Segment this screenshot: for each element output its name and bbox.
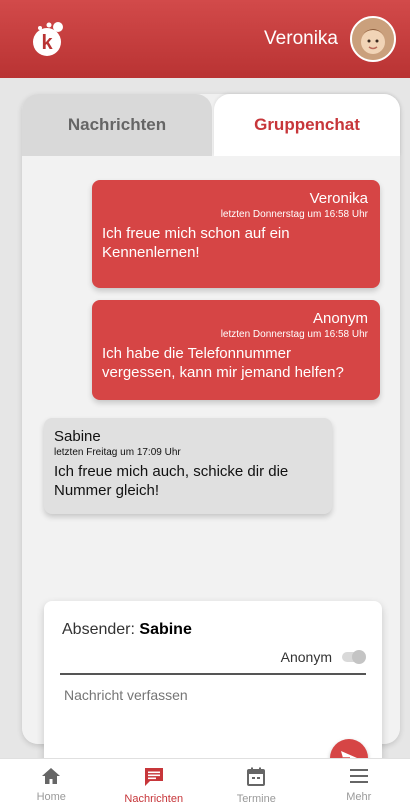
nav-item-nachrichten[interactable]: Nachrichten bbox=[103, 759, 206, 808]
message-text: Ich freue mich auch, schicke dir die Num… bbox=[54, 463, 289, 499]
anonymous-label: Anonym bbox=[280, 649, 332, 665]
sender-name: Sabine bbox=[139, 621, 192, 638]
nav-item-home[interactable]: Home bbox=[0, 759, 103, 808]
tab-bar: Nachrichten Gruppenchat bbox=[22, 94, 400, 156]
sender-line: Absender: Sabine bbox=[62, 621, 192, 639]
tab-nachrichten[interactable]: Nachrichten bbox=[22, 94, 212, 156]
message-bubble: Sabine letzten Freitag um 17:09 Uhr Ich … bbox=[44, 418, 332, 514]
message-text: Ich habe die Telefonnummer vergessen, ka… bbox=[102, 345, 344, 381]
nav-label: Mehr bbox=[346, 791, 372, 803]
message-time: letzten Freitag um 17:09 Uhr bbox=[54, 447, 181, 458]
app-logo-icon[interactable]: k bbox=[28, 19, 68, 59]
message-sender: Sabine bbox=[54, 428, 101, 445]
svg-text:k: k bbox=[41, 32, 53, 54]
anonymous-toggle[interactable] bbox=[342, 650, 366, 664]
message-time: letzten Donnerstag um 16:58 Uhr bbox=[220, 329, 368, 340]
message-bubble: Veronika letzten Donnerstag um 16:58 Uhr… bbox=[92, 180, 380, 288]
tab-gruppenchat[interactable]: Gruppenchat bbox=[214, 94, 400, 156]
nav-label: Home bbox=[36, 791, 66, 803]
message-time: letzten Donnerstag um 16:58 Uhr bbox=[220, 209, 368, 220]
nav-item-mehr[interactable]: Mehr bbox=[308, 759, 410, 808]
user-profile[interactable]: Veronika bbox=[264, 16, 396, 62]
app-header: k Veronika bbox=[0, 0, 410, 78]
user-name: Veronika bbox=[264, 28, 338, 49]
home-icon bbox=[42, 768, 61, 784]
message-bubble: Anonym letzten Donnerstag um 16:58 Uhr I… bbox=[92, 300, 380, 400]
menu-icon bbox=[349, 769, 368, 783]
chat-card: Nachrichten Gruppenchat Veronika letzten… bbox=[22, 94, 400, 777]
calendar-icon bbox=[247, 767, 266, 786]
bottom-nav: Home Nachrichten Termine Mehr bbox=[0, 758, 410, 808]
nav-label: Termine bbox=[236, 793, 276, 805]
nav-label: Nachrichten bbox=[124, 793, 184, 805]
nav-item-termine[interactable]: Termine bbox=[205, 759, 308, 808]
avatar[interactable] bbox=[350, 16, 396, 62]
anonymous-toggle-row: Anonym bbox=[280, 649, 366, 665]
message-icon bbox=[144, 768, 163, 786]
message-sender: Veronika bbox=[309, 190, 368, 207]
message-input[interactable] bbox=[64, 687, 324, 703]
message-text: Ich freue mich schon auf ein Kennenlerne… bbox=[102, 225, 290, 261]
message-list: Veronika letzten Donnerstag um 16:58 Uhr… bbox=[22, 156, 400, 777]
divider bbox=[60, 673, 366, 675]
message-sender: Anonym bbox=[312, 310, 368, 327]
message-composer: Absender: Sabine Anonym bbox=[44, 601, 382, 777]
sender-label: Absender: bbox=[62, 621, 135, 638]
